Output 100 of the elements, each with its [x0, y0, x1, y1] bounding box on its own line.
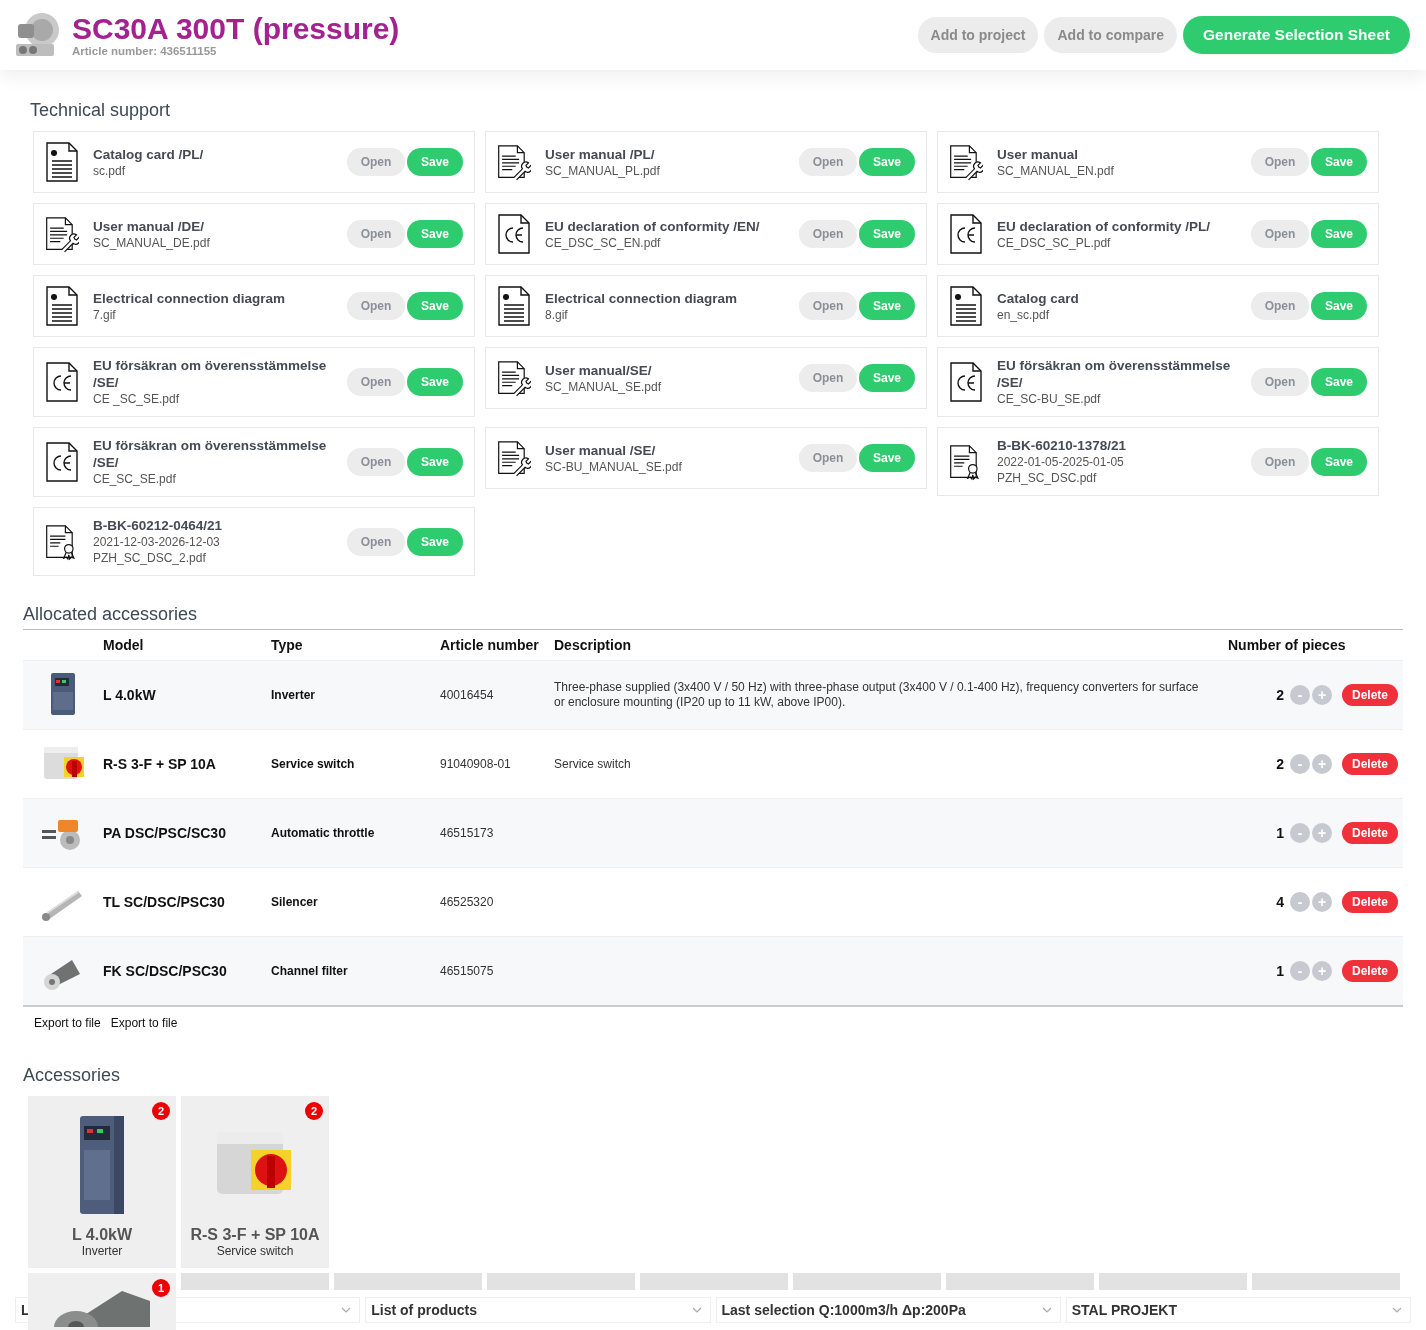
count-badge: 1	[152, 1279, 170, 1297]
action-button[interactable]: Add to compare	[1044, 17, 1178, 53]
open-button[interactable]: Open	[347, 292, 405, 320]
open-button[interactable]: Open	[347, 527, 405, 556]
document-title: B-BK-60210-1378/21	[997, 437, 1128, 454]
increment-button[interactable]: +	[1311, 754, 1332, 774]
chevron-icon	[691, 1307, 702, 1313]
save-button[interactable]: Save	[1311, 220, 1367, 248]
piece-count: 2	[1276, 756, 1284, 772]
save-button[interactable]: Save	[859, 292, 915, 320]
document-wrench-icon	[497, 142, 531, 182]
decrement-button[interactable]: -	[1289, 892, 1310, 912]
open-button[interactable]: Open	[1251, 447, 1309, 476]
save-button[interactable]: Save	[859, 148, 915, 176]
save-button[interactable]: Save	[1311, 368, 1367, 396]
select-field[interactable]: List of products	[365, 1297, 711, 1323]
accessory-card[interactable]: 2 R-S 3-F + SP 10A Service switch	[181, 1096, 329, 1268]
save-button[interactable]: Save	[859, 444, 915, 472]
export-link[interactable]: Export to file	[34, 1016, 101, 1030]
save-button[interactable]: Save	[407, 220, 463, 248]
decrement-button[interactable]: -	[1289, 961, 1310, 981]
ce-document-icon	[949, 362, 983, 402]
document-title: EU declaration of conformity /PL/	[997, 217, 1212, 235]
decrement-button[interactable]: -	[1289, 823, 1310, 843]
save-button[interactable]: Save	[859, 364, 915, 392]
select-field[interactable]: Last selection Q:1000m3/h Δp:200Pa	[715, 1297, 1061, 1323]
document-title: User manual/SE/	[545, 361, 653, 379]
table-cell-text: 46515075	[440, 964, 495, 978]
increment-button[interactable]: +	[1311, 823, 1332, 843]
article-number: Article number: 436511155	[72, 45, 218, 57]
table-cell-text: TL SC/DSC/PSC30	[103, 894, 226, 910]
open-button[interactable]: Open	[347, 220, 405, 248]
open-button[interactable]: Open	[1251, 148, 1309, 176]
open-button[interactable]: Open	[1251, 368, 1309, 396]
save-button[interactable]: Save	[407, 292, 463, 320]
open-button[interactable]: Open	[799, 148, 857, 176]
ce-document-icon	[949, 214, 983, 254]
piece-count: 1	[1276, 963, 1284, 979]
save-button[interactable]: Save	[407, 148, 463, 176]
decrement-button[interactable]: -	[1289, 754, 1310, 774]
column-header: Type	[271, 637, 304, 653]
increment-button[interactable]: +	[1311, 685, 1332, 705]
file-name: SC_MANUAL_PL.pdf	[545, 162, 661, 179]
document-title: Catalog card /PL/	[93, 145, 205, 163]
open-button[interactable]: Open	[347, 148, 405, 176]
open-button[interactable]: Open	[347, 448, 405, 476]
save-button[interactable]: Save	[1311, 292, 1367, 320]
action-button[interactable]: Add to project	[917, 17, 1039, 53]
open-button[interactable]: Open	[1251, 292, 1309, 320]
generate-button[interactable]: Generate Selection Sheet	[1183, 16, 1410, 54]
open-button[interactable]: Open	[1251, 220, 1309, 248]
document-icon	[949, 286, 983, 326]
delete-button[interactable]: Delete	[1341, 684, 1398, 706]
accessory-card[interactable]: 2 L 4.0kW Inverter	[28, 1096, 176, 1268]
accessory-card[interactable]: 1	[28, 1273, 176, 1330]
table-cell-text: 46515173	[440, 826, 495, 840]
document-title: B-BK-60212-0464/21	[93, 517, 224, 534]
accessory-type: Service switch	[216, 1244, 294, 1258]
delete-button[interactable]: Delete	[1341, 822, 1398, 844]
document-title: User manual /SE/	[545, 441, 657, 459]
table-cell-text: PA DSC/PSC/SC30	[103, 825, 227, 841]
table-cell-text: Channel filter	[271, 964, 349, 978]
open-button[interactable]: Open	[799, 444, 857, 472]
piece-count: 1	[1276, 825, 1284, 841]
table-cell-text: L 4.0kW	[103, 687, 157, 703]
chevron-icon	[1041, 1307, 1052, 1313]
delete-button[interactable]: Delete	[1341, 753, 1398, 775]
file-name: SC_MANUAL_DE.pdf	[93, 234, 211, 251]
save-button[interactable]: Save	[1311, 148, 1367, 176]
delete-button[interactable]: Delete	[1341, 960, 1398, 982]
increment-button[interactable]: +	[1311, 892, 1332, 912]
piece-count: 4	[1276, 894, 1284, 910]
section-title: Technical support	[30, 100, 172, 121]
column-header: Description	[554, 637, 632, 653]
table-cell-text: 91040908-01	[440, 757, 512, 771]
document-wrench-icon	[949, 142, 983, 182]
table-cell-text: 46525320	[440, 895, 495, 909]
open-button[interactable]: Open	[799, 292, 857, 320]
chevron-icon	[341, 1307, 352, 1313]
open-button[interactable]: Open	[799, 220, 857, 248]
file-name: PZH_SC_DSC_2.pdf	[93, 550, 207, 566]
save-button[interactable]: Save	[407, 527, 463, 556]
save-button[interactable]: Save	[407, 448, 463, 476]
save-button[interactable]: Save	[859, 220, 915, 248]
increment-button[interactable]: +	[1311, 961, 1332, 981]
decrement-button[interactable]: -	[1289, 685, 1310, 705]
save-button[interactable]: Save	[407, 368, 463, 396]
file-name: en_sc.pdf	[997, 306, 1051, 323]
open-button[interactable]: Open	[347, 368, 405, 396]
save-button[interactable]: Save	[1311, 447, 1367, 476]
export-link[interactable]: Export to file	[110, 1016, 178, 1030]
delete-button[interactable]: Delete	[1341, 891, 1398, 913]
open-button[interactable]: Open	[799, 364, 857, 392]
document-icon	[45, 286, 79, 326]
file-name: SC_MANUAL_EN.pdf	[997, 162, 1115, 179]
file-name: sc.pdf	[93, 162, 126, 179]
table-cell-text: Service switch	[554, 756, 632, 772]
piece-count: 2	[1276, 687, 1284, 703]
select-field[interactable]: STAL PROJEKT	[1065, 1297, 1411, 1323]
file-name: CE _SC_SE.pdf	[93, 391, 181, 407]
